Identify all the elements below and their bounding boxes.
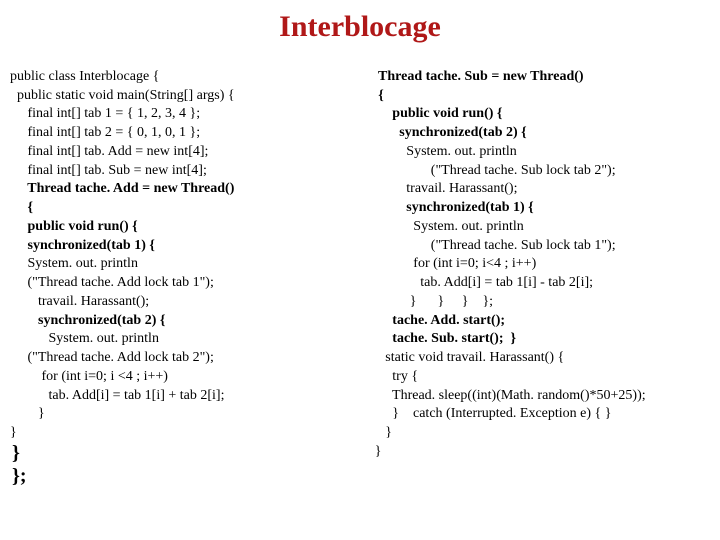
- code-line: }: [375, 425, 392, 440]
- code-right-column: Thread tache. Sub = new Thread() { publi…: [375, 49, 710, 480]
- code-line: Thread tache. Sub = new Thread(): [375, 69, 584, 84]
- code-line: ("Thread tache. Sub lock tab 1");: [375, 238, 616, 253]
- code-line: final int[] tab 2 = { 0, 1, 0, 1 };: [10, 125, 200, 140]
- slide-title: Interblocage: [10, 10, 710, 43]
- code-line: public void run() {: [375, 106, 503, 121]
- code-columns: public class Interblocage { public stati…: [10, 49, 710, 507]
- close-brace: };: [10, 465, 27, 487]
- code-line: System. out. println: [375, 219, 524, 234]
- code-line: synchronized(tab 2) {: [10, 313, 165, 328]
- code-line: {: [10, 200, 33, 215]
- code-line: }: [10, 406, 45, 421]
- code-line: }: [10, 425, 17, 440]
- slide: Interblocage public class Interblocage {…: [0, 0, 720, 540]
- code-line: Thread. sleep((int)(Math. random()*50+25…: [375, 388, 646, 403]
- code-line: ("Thread tache. Sub lock tab 2");: [375, 163, 616, 178]
- close-brace: }: [10, 442, 20, 464]
- code-line: travail. Harassant();: [375, 181, 518, 196]
- code-line: synchronized(tab 1) {: [10, 238, 155, 253]
- code-line: synchronized(tab 2) {: [375, 125, 527, 140]
- code-line: public static void main(String[] args) {: [10, 88, 235, 103]
- code-line: } catch (Interrupted. Exception e) { }: [375, 406, 612, 421]
- code-line: tab. Add[i] = tab 1[i] - tab 2[i];: [375, 275, 593, 290]
- code-line: System. out. println: [10, 256, 138, 271]
- code-line: {: [375, 88, 384, 103]
- code-line: public void run() {: [10, 219, 138, 234]
- code-line: synchronized(tab 1) {: [375, 200, 534, 215]
- code-line: Thread tache. Add = new Thread(): [10, 181, 234, 196]
- code-line: System. out. println: [10, 331, 159, 346]
- code-line: tache. Sub. start(); }: [375, 331, 516, 346]
- code-line: public class Interblocage {: [10, 69, 159, 84]
- code-line: } } } };: [375, 294, 493, 309]
- code-line: tache. Add. start();: [375, 313, 505, 328]
- code-line: }: [375, 444, 382, 459]
- code-line: ("Thread tache. Add lock tab 1");: [10, 275, 214, 290]
- code-line: for (int i=0; i<4 ; i++): [375, 256, 536, 271]
- code-line: travail. Harassant();: [10, 294, 149, 309]
- code-line: final int[] tab 1 = { 1, 2, 3, 4 };: [10, 106, 200, 121]
- code-line: final int[] tab. Sub = new int[4];: [10, 163, 207, 178]
- code-line: for (int i=0; i <4 ; i++): [10, 369, 168, 384]
- code-line: static void travail. Harassant() {: [375, 350, 564, 365]
- code-line: System. out. println: [375, 144, 517, 159]
- code-line: tab. Add[i] = tab 1[i] + tab 2[i];: [10, 388, 224, 403]
- code-line: final int[] tab. Add = new int[4];: [10, 144, 208, 159]
- code-line: try {: [375, 369, 418, 384]
- code-line: ("Thread tache. Add lock tab 2");: [10, 350, 214, 365]
- code-left-column: public class Interblocage { public stati…: [10, 49, 375, 507]
